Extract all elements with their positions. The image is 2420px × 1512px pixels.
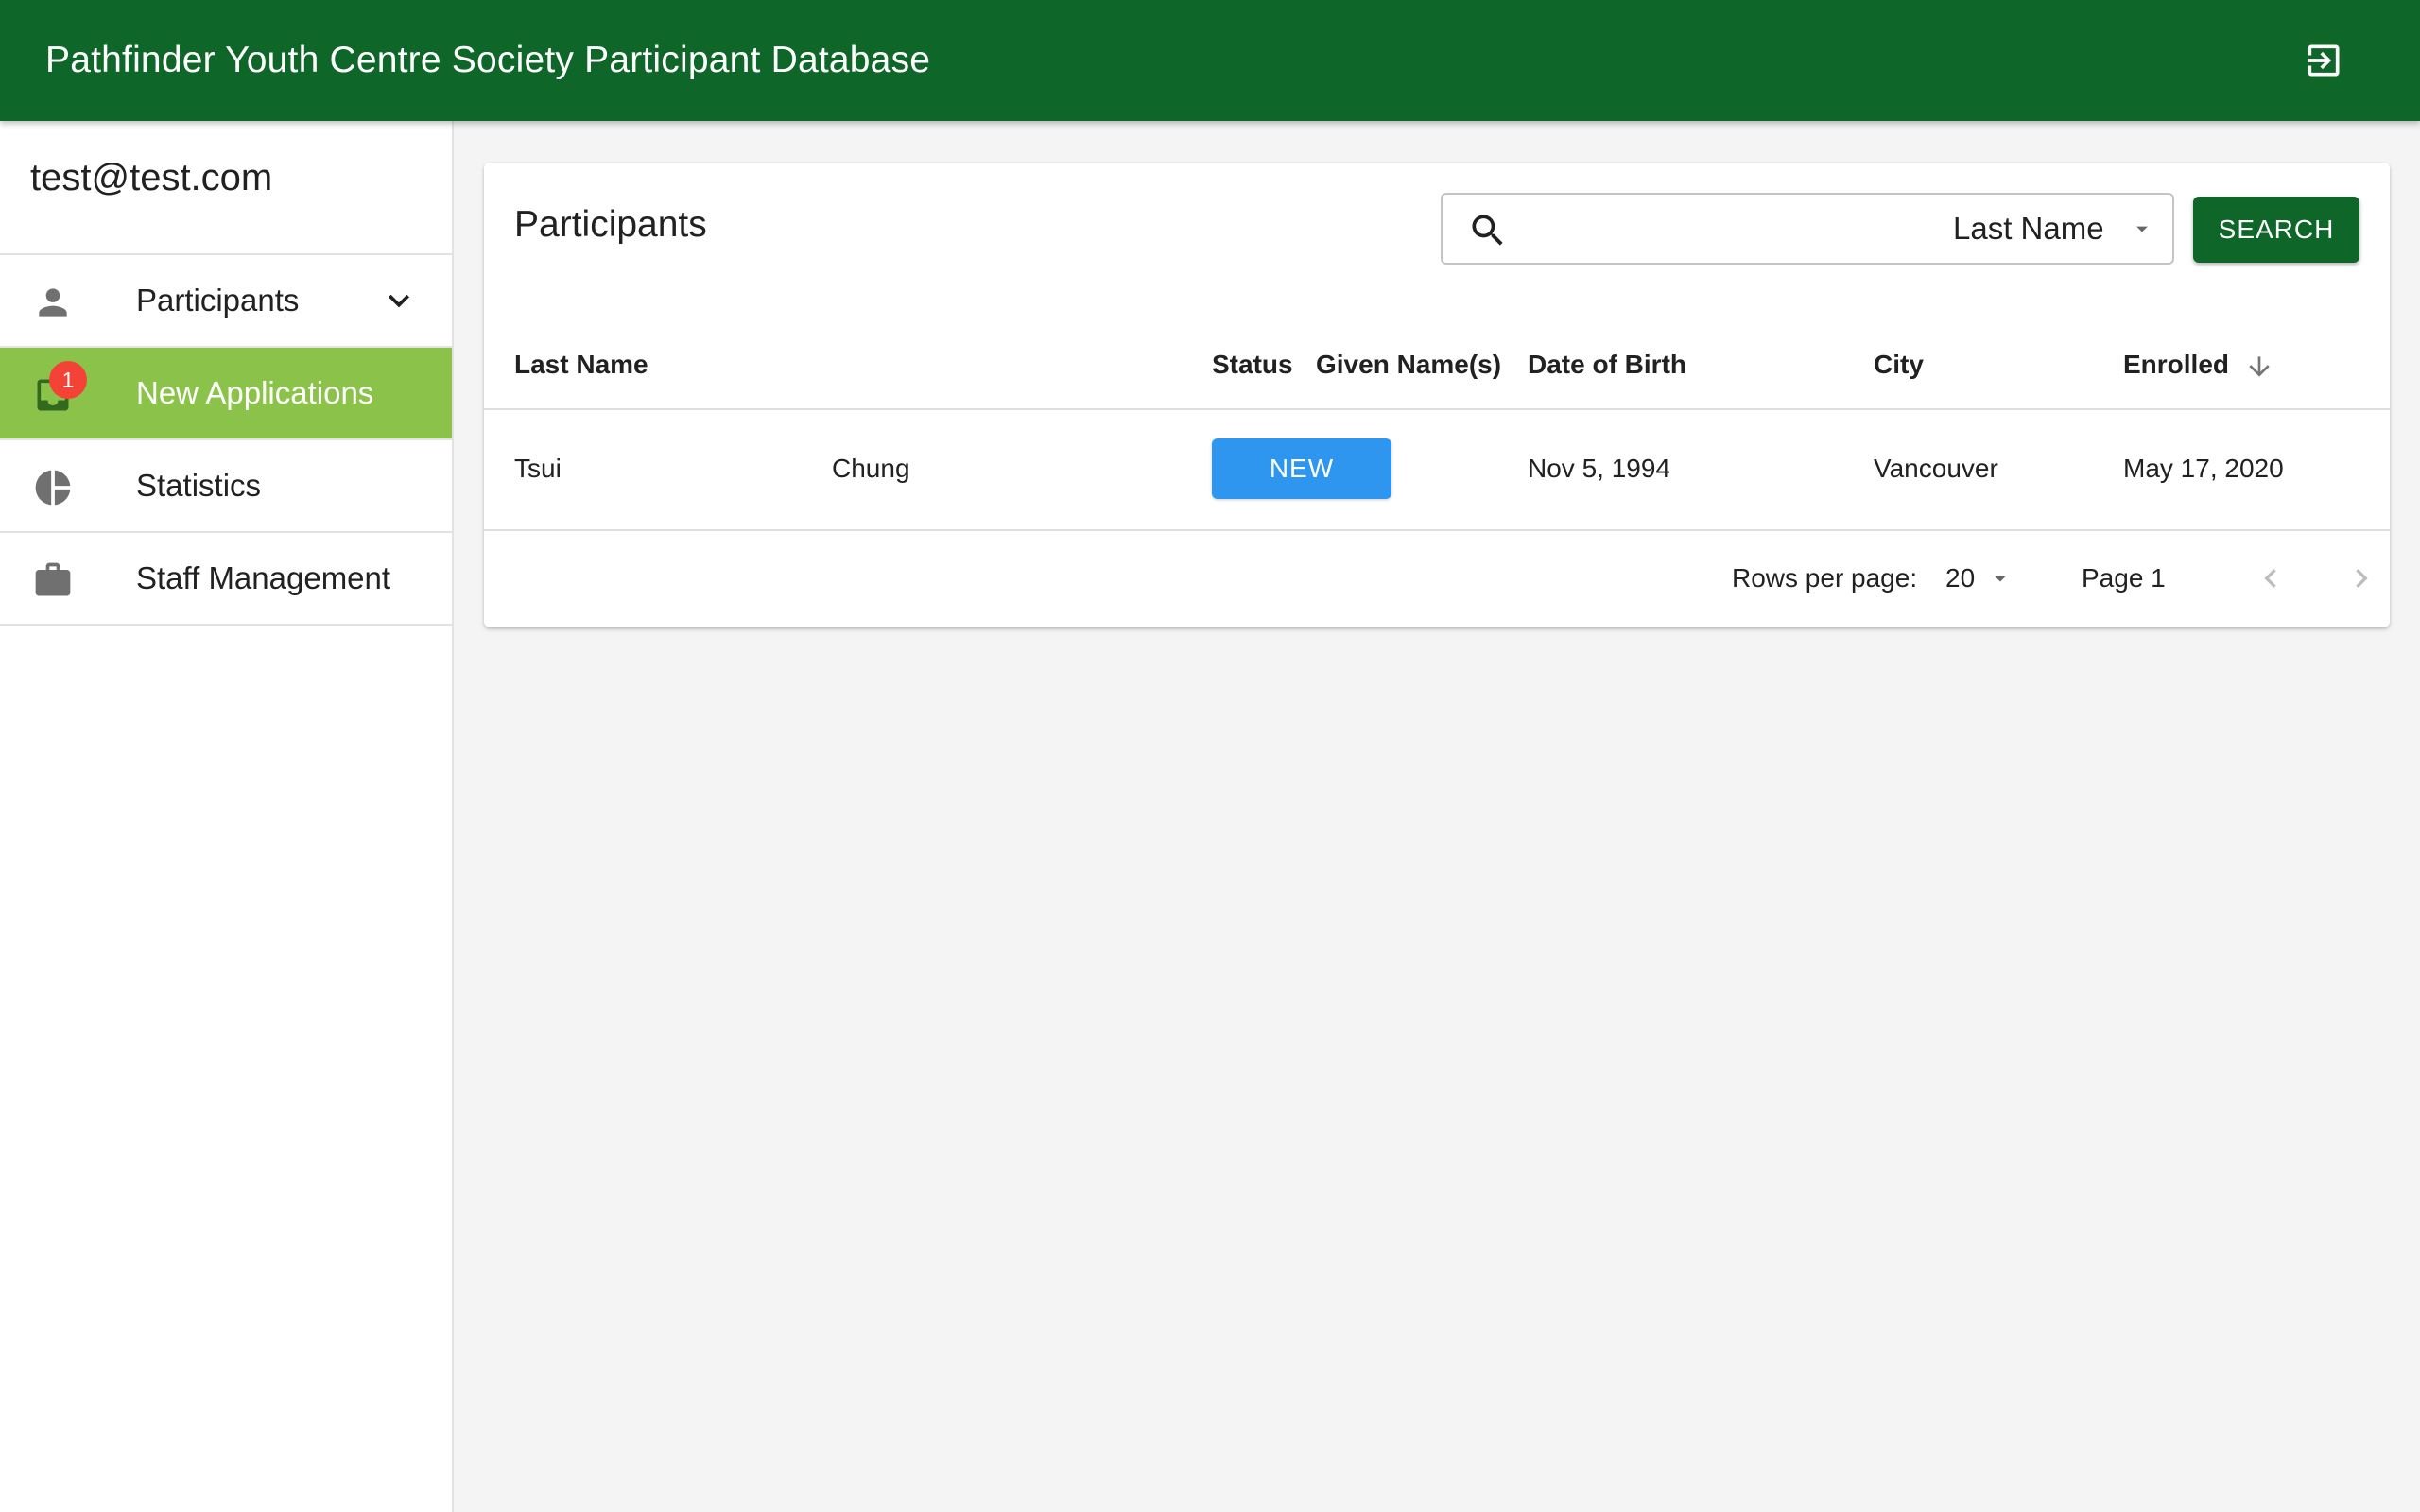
pie-chart-icon <box>30 465 76 510</box>
chevron-right-icon <box>2356 569 2368 588</box>
column-header-label: Enrolled <box>2123 350 2230 379</box>
user-email: test@test.com <box>30 157 273 198</box>
sidebar-item-statistics[interactable]: Statistics <box>0 438 452 531</box>
search-field-value: Last Name <box>1953 211 2104 246</box>
column-header-given-names[interactable]: Given Name(s) <box>1316 323 1501 406</box>
table-header: Last Name Given Name(s) Status Date of B… <box>484 323 2390 410</box>
sidebar-item-label: Staff Management <box>136 560 391 595</box>
column-header-status[interactable]: Status <box>1212 323 1293 406</box>
sidebar-item-label: Participants <box>136 283 300 318</box>
column-header-enrolled[interactable]: Enrolled <box>2123 323 2274 406</box>
search-field-select[interactable]: Last Name <box>1953 195 2161 263</box>
rows-per-page-select[interactable]: 20 <box>1945 531 2021 626</box>
sidebar-item-label: New Applications <box>136 375 374 410</box>
app-title: Pathfinder Youth Centre Society Particip… <box>45 40 931 80</box>
notification-badge: 1 <box>49 361 87 399</box>
chevron-down-icon[interactable] <box>378 280 420 321</box>
page-indicator: Page 1 <box>2082 563 2166 593</box>
pagination: Rows per page: 20 Page 1 <box>484 531 2390 626</box>
participants-card: Participants Last Name SEARCH Last Name … <box>484 163 2390 627</box>
search-input[interactable] <box>1528 206 1910 253</box>
chevron-left-icon <box>2264 569 2276 588</box>
search-button[interactable]: SEARCH <box>2193 197 2360 263</box>
cell-city: Vancouver <box>1874 454 1998 483</box>
nav-list: Participants 1 New Applications Statisti… <box>0 253 452 626</box>
sidebar: test@test.com Participants 1 New Applica… <box>0 121 454 1512</box>
sidebar-item-staff-management[interactable]: Staff Management <box>0 531 452 626</box>
person-icon <box>30 280 76 325</box>
rows-per-page-label: Rows per page: <box>1732 563 1918 593</box>
search-box: Last Name <box>1441 193 2174 265</box>
app-bar: Pathfinder Youth Centre Society Particip… <box>0 0 2420 121</box>
briefcase-icon <box>30 558 76 603</box>
table-row[interactable]: Tsui Chung NEW Nov 5, 1994 Vancouver May… <box>484 408 2390 531</box>
sidebar-item-label: Statistics <box>136 468 262 503</box>
caret-down-icon <box>1995 576 2006 582</box>
search-icon <box>1472 215 1503 246</box>
logout-icon <box>2308 44 2340 77</box>
previous-page-button[interactable] <box>2248 556 2293 601</box>
column-header-city[interactable]: City <box>1874 323 1924 406</box>
cell-last-name: Tsui <box>514 454 562 483</box>
next-page-button[interactable] <box>2339 556 2384 601</box>
cell-date-of-birth: Nov 5, 1994 <box>1528 454 1670 483</box>
arrow-down-icon <box>2249 355 2270 377</box>
logout-button[interactable] <box>2293 30 2354 91</box>
sidebar-item-new-applications[interactable]: 1 New Applications <box>0 346 452 438</box>
column-header-last-name[interactable]: Last Name <box>514 323 648 406</box>
status-badge: NEW <box>1212 438 1392 499</box>
cell-enrolled: May 17, 2020 <box>2123 454 2284 483</box>
rows-per-page-value: 20 <box>1945 563 1976 593</box>
page-title: Participants <box>514 204 707 245</box>
column-header-date-of-birth[interactable]: Date of Birth <box>1528 323 1686 406</box>
caret-down-icon <box>2136 226 2148 232</box>
sidebar-item-participants[interactable]: Participants <box>0 253 452 346</box>
cell-given-names: Chung <box>832 454 910 483</box>
